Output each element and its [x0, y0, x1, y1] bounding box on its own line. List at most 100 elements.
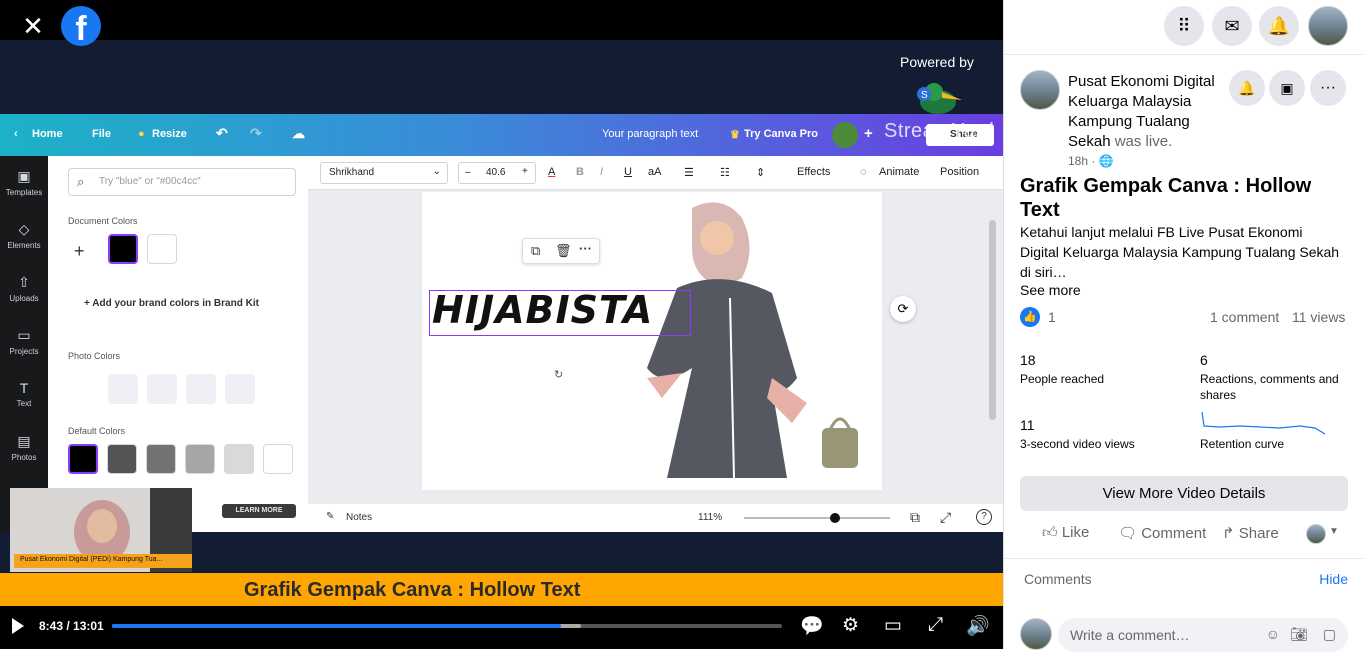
- align-icon[interactable]: ☰: [684, 166, 694, 179]
- design-page[interactable]: ⧉ 🗑 ··· HIJABISTA ↻: [422, 192, 882, 490]
- hide-comments-link[interactable]: Hide: [1319, 571, 1348, 587]
- font-size-stepper[interactable]: – 40.6 +: [458, 162, 536, 184]
- messenger-icon[interactable]: ✉: [1212, 6, 1252, 46]
- copy-icon[interactable]: ⧉: [531, 243, 540, 259]
- comment-input[interactable]: Write a comment… ☺ 📷︎ ▢: [1058, 618, 1348, 652]
- chevron-down-icon[interactable]: ▼: [1329, 526, 1339, 537]
- avatar[interactable]: [832, 122, 858, 148]
- try-pro-button[interactable]: Try Canva Pro: [744, 128, 818, 140]
- rail-projects[interactable]: ▭ Projects: [0, 327, 48, 356]
- canva-home[interactable]: Home: [32, 128, 63, 140]
- learn-more-button[interactable]: LEARN MORE: [222, 504, 296, 518]
- more-icon[interactable]: ···: [579, 241, 592, 256]
- color-swatch[interactable]: [146, 444, 176, 474]
- color-swatch[interactable]: [186, 374, 216, 404]
- zoom-slider[interactable]: [744, 513, 890, 523]
- color-swatch[interactable]: [225, 374, 255, 404]
- comment-count[interactable]: 1 comment: [1210, 309, 1279, 325]
- commenter-avatar[interactable]: [1020, 618, 1052, 650]
- notifications-icon[interactable]: 🔔: [1259, 6, 1299, 46]
- rail-photos[interactable]: ▤ Photos: [0, 433, 48, 462]
- share-icon: ↱: [1222, 525, 1239, 542]
- progress-bar[interactable]: [112, 624, 782, 628]
- miniplayer-icon[interactable]: ▭: [884, 614, 902, 637]
- like-count[interactable]: 1: [1048, 309, 1056, 325]
- gear-icon[interactable]: ⚙: [842, 614, 859, 637]
- redo-icon[interactable]: ↷: [250, 125, 262, 142]
- animate-icon: ◌: [860, 166, 867, 178]
- spacing-icon[interactable]: ⇕: [756, 166, 765, 179]
- undo-icon[interactable]: ↶: [216, 125, 228, 142]
- captions-icon[interactable]: 💬: [800, 614, 824, 638]
- camera-icon[interactable]: 📷︎: [1290, 626, 1308, 643]
- rail-text[interactable]: T Text: [0, 380, 48, 408]
- chevron-left-icon[interactable]: ‹: [14, 128, 18, 140]
- crown-icon: ●: [138, 128, 145, 140]
- share-button[interactable]: ↱ Share: [1222, 524, 1279, 542]
- color-swatch[interactable]: [108, 234, 138, 264]
- italic-icon[interactable]: I: [600, 166, 603, 178]
- color-swatch[interactable]: [185, 444, 215, 474]
- fullscreen-icon[interactable]: ⤢: [928, 614, 943, 636]
- page-avatar[interactable]: [1020, 70, 1060, 110]
- reaction-avatar[interactable]: [1306, 524, 1326, 544]
- volume-icon[interactable]: 🔊: [966, 614, 990, 638]
- position-button[interactable]: Position: [940, 166, 979, 178]
- color-swatch[interactable]: [147, 234, 177, 264]
- bold-icon[interactable]: B: [576, 166, 584, 178]
- color-swatch[interactable]: [68, 444, 98, 474]
- canvas-text[interactable]: HIJABISTA: [432, 288, 653, 332]
- menu-grid-icon[interactable]: ⠿: [1164, 6, 1204, 46]
- canva-resize[interactable]: Resize: [152, 128, 187, 140]
- effects-button[interactable]: Effects: [797, 166, 830, 178]
- rotate-icon[interactable]: ↻: [554, 368, 563, 381]
- comment-button[interactable]: 🗨︎ Comment: [1118, 524, 1206, 542]
- notes-button[interactable]: Notes: [346, 512, 372, 523]
- close-icon[interactable]: ✕: [18, 12, 48, 42]
- rail-uploads[interactable]: ⇧ Uploads: [0, 274, 48, 303]
- trash-icon[interactable]: 🗑: [555, 243, 572, 259]
- play-icon[interactable]: [12, 618, 24, 634]
- font-select[interactable]: Shrikhand ⌄: [320, 162, 448, 184]
- case-icon[interactable]: aA: [648, 166, 661, 178]
- emoji-icon[interactable]: ☺: [1266, 626, 1280, 642]
- plus-icon[interactable]: +: [864, 125, 873, 142]
- like-reaction-icon[interactable]: 👍: [1020, 307, 1040, 327]
- rail-elements[interactable]: ◇ Elements: [0, 221, 48, 250]
- page-name[interactable]: Pusat Ekonomi Digital Keluarga Malaysia …: [1068, 72, 1230, 152]
- color-swatch[interactable]: [107, 444, 137, 474]
- color-swatch[interactable]: [108, 374, 138, 404]
- facebook-logo[interactable]: f: [61, 6, 101, 46]
- text-color-icon[interactable]: A: [548, 166, 555, 178]
- view-more-details-button[interactable]: View More Video Details: [1020, 476, 1348, 511]
- sticker-icon[interactable]: ▢: [1323, 626, 1336, 643]
- more-options-icon[interactable]: ···: [1310, 70, 1346, 106]
- color-search-input[interactable]: ⌕ Try "blue" or "#00c4cc": [68, 168, 296, 196]
- post-sidebar: ⠿ ✉ 🔔 Pusat Ekonomi Digital Keluarga Mal…: [1003, 0, 1363, 652]
- hijab-illustration: [647, 202, 858, 479]
- animate-button[interactable]: Animate: [879, 166, 919, 178]
- scrollbar[interactable]: [989, 220, 996, 420]
- color-swatch[interactable]: [224, 444, 254, 474]
- list-icon[interactable]: ☷: [720, 166, 730, 179]
- color-swatch[interactable]: [147, 374, 177, 404]
- zoom-slider-knob[interactable]: [829, 513, 840, 523]
- see-more-link[interactable]: See more: [1020, 282, 1081, 298]
- save-icon[interactable]: ▣: [1269, 70, 1305, 106]
- fullscreen-icon[interactable]: ⤢: [940, 509, 951, 526]
- canva-file[interactable]: File: [92, 128, 111, 140]
- add-color-icon[interactable]: +: [74, 241, 85, 262]
- brand-kit-link[interactable]: + Add your brand colors in Brand Kit: [84, 298, 259, 309]
- bell-icon[interactable]: 🔔: [1229, 70, 1265, 106]
- rail-templates[interactable]: ▣ Templates: [0, 168, 48, 197]
- comments-label[interactable]: Comments: [1024, 571, 1092, 587]
- account-avatar[interactable]: [1308, 6, 1348, 46]
- underline-icon[interactable]: U: [624, 166, 632, 178]
- like-button[interactable]: 👍︎ Like: [1042, 524, 1089, 542]
- help-icon[interactable]: ?: [976, 509, 992, 525]
- post-meta: 18h · 🌐: [1068, 154, 1114, 168]
- thumbs-up-icon: 👍︎: [1042, 524, 1062, 541]
- color-swatch[interactable]: [263, 444, 293, 474]
- pages-icon[interactable]: ⧉: [910, 509, 920, 526]
- refresh-icon[interactable]: ⟳: [890, 296, 916, 322]
